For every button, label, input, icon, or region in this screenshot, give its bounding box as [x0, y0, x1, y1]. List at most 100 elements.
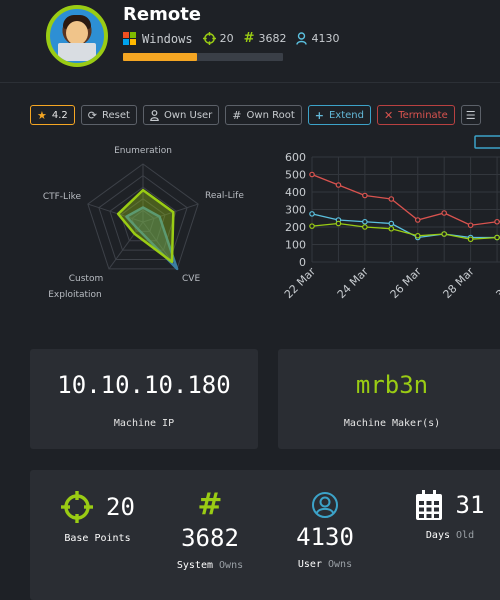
system-owns-label: System Owns	[165, 560, 255, 571]
more-button[interactable]: ☰	[460, 105, 481, 125]
user-owns-label: User Owns	[280, 559, 370, 570]
data-point	[441, 210, 447, 216]
x-tick-label: 26 Mar	[388, 265, 425, 302]
data-point	[467, 222, 474, 229]
data-point	[335, 182, 342, 188]
y-tick-label: 100	[285, 239, 306, 252]
reset-button[interactable]: ⟳ Reset	[80, 105, 137, 125]
base-points-value: 20	[106, 493, 135, 521]
avatar-face	[66, 21, 88, 45]
points-value: 20	[219, 32, 234, 45]
crosshair-icon	[202, 32, 216, 45]
extend-button[interactable]: + Extend	[307, 105, 371, 125]
refresh-icon: ⟳	[87, 108, 97, 122]
data-point	[414, 232, 421, 239]
y-tick-label: 400	[285, 186, 306, 199]
machine-maker-label: Machine Maker(s)	[343, 418, 441, 429]
user-outline-icon	[150, 109, 159, 121]
machine-meta: Windows 20 # 3682 4130	[123, 31, 345, 46]
data-point	[467, 236, 474, 243]
y-tick-label: 600	[285, 151, 306, 164]
hash-icon: #	[232, 108, 242, 122]
own-root-label: Own Root	[246, 109, 295, 121]
data-point	[494, 218, 500, 225]
terminate-label: Terminate	[398, 109, 448, 121]
machine-maker-card: mrb3n Machine Maker(s)	[278, 349, 500, 449]
system-word: System	[176, 560, 213, 571]
data-point	[362, 218, 368, 225]
base-points-stat: 20 Base Points	[50, 490, 145, 544]
close-icon: ✕	[383, 108, 394, 122]
extend-label: Extend	[328, 109, 364, 121]
data-point	[309, 211, 315, 217]
owns-word: Owns	[219, 560, 244, 571]
x-tick-label: 28 Mar	[441, 265, 478, 302]
crosshair-icon	[61, 491, 94, 523]
data-point	[388, 220, 395, 227]
system-owns-value: 3682	[258, 32, 287, 45]
user-icon	[296, 32, 308, 45]
days-word: Days	[425, 530, 450, 541]
progress-fill	[123, 53, 197, 61]
y-tick-label: 200	[285, 221, 306, 234]
data-point	[309, 171, 315, 178]
reset-label: Reset	[102, 109, 130, 121]
machine-ip-card: 10.10.10.180 Machine IP	[30, 349, 258, 449]
user-circle-icon	[312, 492, 338, 518]
rating-button[interactable]: ★ 4.2	[30, 105, 75, 125]
x-tick-label: 22 Mar	[282, 265, 319, 302]
machine-toolbar: ★ 4.2 ⟳ Reset Own User # Own Root + Exte…	[30, 105, 481, 125]
avatar-laptop	[58, 43, 96, 61]
radar-series-maker	[116, 188, 175, 264]
data-point	[388, 225, 395, 232]
rating-value: 4.2	[51, 109, 68, 121]
radar-label-enumeration: Enumeration	[114, 146, 172, 156]
data-point	[414, 217, 421, 223]
x-tick-label: 24 Mar	[335, 265, 372, 302]
os-label: Windows	[142, 31, 193, 46]
user-word: User	[297, 559, 322, 570]
radar-label-custom: Custom	[69, 274, 103, 284]
own-user-label: Own User	[163, 109, 213, 121]
data-point	[494, 234, 500, 241]
header-divider	[0, 82, 500, 83]
system-owns-stat: # 3682 System Owns	[165, 488, 255, 572]
series-line-0	[311, 173, 500, 226]
line-chart: 0 100 200 300 400 500 600 22 Mar 24 Mar 26 Mar 28 …	[282, 135, 500, 302]
x-tick-label: 30 Mar	[493, 265, 500, 302]
y-tick-label: 500	[285, 169, 306, 182]
plus-icon: +	[314, 108, 324, 122]
old-word: Old	[456, 530, 475, 541]
machine-avatar	[46, 5, 108, 67]
data-point	[362, 192, 368, 199]
y-tick-label: 300	[285, 204, 306, 217]
list-icon: ☰	[465, 108, 476, 122]
star-icon: ★	[37, 108, 47, 122]
base-points-label: Base Points	[64, 533, 131, 544]
windows-icon	[123, 32, 136, 45]
days-old-label: Days Old	[400, 530, 500, 541]
terminate-button[interactable]: ✕ Terminate	[376, 105, 455, 125]
chart-legend-box	[474, 135, 500, 149]
data-point	[309, 223, 315, 229]
owns-word: Owns	[328, 559, 353, 570]
own-root-button[interactable]: # Own Root	[225, 105, 302, 125]
system-owns-value: 3682	[181, 524, 239, 552]
hash-icon: #	[243, 31, 255, 46]
machine-title: Remote	[123, 4, 202, 25]
radar-label-real-life: Real-Life	[205, 191, 244, 201]
data-point	[362, 224, 368, 230]
data-point	[388, 196, 395, 202]
y-tick-label: 0	[299, 256, 306, 269]
data-point	[335, 220, 342, 227]
user-owns-value: 4130	[296, 523, 354, 551]
own-user-button[interactable]: Own User	[142, 105, 220, 125]
data-point	[441, 231, 447, 237]
radar-label-exploitation: Exploitation	[48, 290, 102, 300]
days-old-value: 31	[455, 491, 485, 519]
machine-ip-label: Machine IP	[113, 418, 175, 429]
radar-label-cve: CVE	[182, 274, 200, 284]
maker-name-link[interactable]: mrb3n	[278, 371, 500, 399]
machine-ip-value[interactable]: 10.10.10.180	[30, 371, 258, 399]
radar-chart: Enumeration Real-Life CVE Custom Exploit…	[43, 146, 244, 300]
